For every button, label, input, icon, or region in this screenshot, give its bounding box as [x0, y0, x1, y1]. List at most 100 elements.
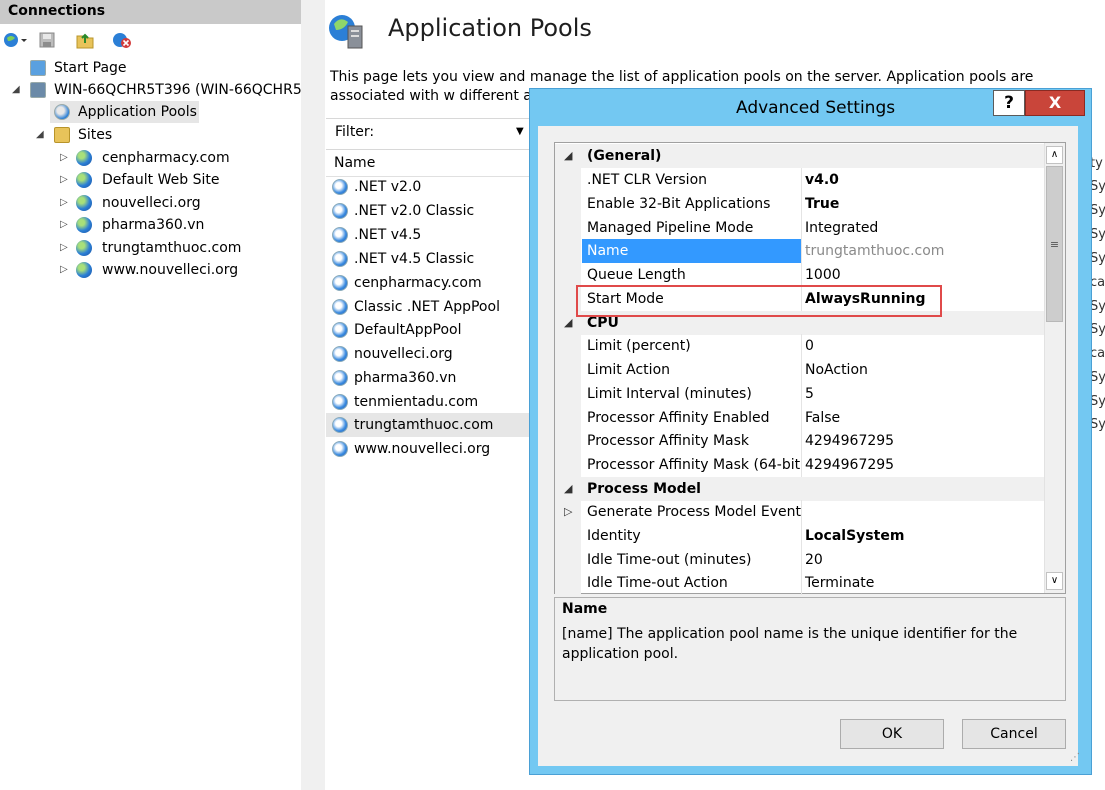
property-label: Managed Pipeline Mode	[587, 220, 754, 236]
expand-icon[interactable]: ▷	[60, 214, 68, 236]
property-row[interactable]: Processor Affinity Mask (64-bit c 4294967…	[555, 453, 1044, 477]
list-item-selected[interactable]: trungtamthuoc.com	[326, 413, 536, 437]
list-item[interactable]: www.nouvelleci.org	[326, 437, 536, 461]
property-row[interactable]: Idle Time-out (minutes) 20	[555, 548, 1044, 572]
collapse-icon[interactable]: ◢	[564, 477, 572, 501]
dialog-title: Advanced Settings	[736, 98, 896, 118]
list-item[interactable]: .NET v2.0	[326, 175, 536, 199]
identity-cell: Sys	[1090, 417, 1105, 432]
resize-grip-icon[interactable]: ⋰	[1070, 752, 1080, 763]
scroll-up-icon[interactable]: ∧	[1046, 146, 1063, 164]
pool-name: .NET v4.5	[354, 227, 422, 243]
property-row[interactable]: Limit Action NoAction	[555, 358, 1044, 382]
property-value[interactable]: 5	[805, 382, 814, 406]
list-item[interactable]: nouvelleci.org	[326, 342, 536, 366]
property-value[interactable]: True	[805, 192, 839, 216]
tree-item-label: cenpharmacy.com	[102, 150, 230, 166]
property-row[interactable]: ▷ Generate Process Model Event L	[555, 500, 1044, 524]
list-item[interactable]: Classic .NET AppPool	[326, 295, 536, 319]
expand-icon[interactable]: ▷	[60, 169, 68, 191]
property-value[interactable]: 4294967295	[805, 453, 894, 477]
property-label: Identity	[587, 528, 641, 544]
tree-item-label: Default Web Site	[102, 172, 220, 188]
tree-item-start-page[interactable]: Start Page	[0, 57, 301, 79]
list-item[interactable]: DefaultAppPool	[326, 318, 536, 342]
app-pool-icon	[332, 322, 348, 338]
category-label: Process Model	[587, 481, 701, 497]
close-button[interactable]: X	[1025, 90, 1085, 116]
property-row[interactable]: Processor Affinity Mask 4294967295	[555, 429, 1044, 453]
property-value[interactable]: NoAction	[805, 358, 868, 382]
column-header-name[interactable]: Name	[334, 155, 375, 171]
property-value[interactable]: 4294967295	[805, 429, 894, 453]
list-item[interactable]: cenpharmacy.com	[326, 271, 536, 295]
tree-item-site[interactable]: ▷ www.nouvelleci.org	[0, 259, 301, 281]
expand-icon[interactable]: ▷	[60, 147, 68, 169]
property-row[interactable]: Queue Length 1000	[555, 263, 1044, 287]
app-pool-icon	[332, 179, 348, 195]
pane-splitter[interactable]	[301, 0, 325, 790]
pool-name: pharma360.vn	[354, 370, 457, 386]
tree-item-site[interactable]: ▷ pharma360.vn	[0, 214, 301, 236]
pool-name: Classic .NET AppPool	[354, 299, 500, 315]
property-value[interactable]: 20	[805, 548, 823, 572]
property-row[interactable]: Processor Affinity Enabled False	[555, 406, 1044, 430]
collapse-icon[interactable]: ◢	[12, 79, 20, 101]
connect-globe-icon[interactable]	[3, 31, 27, 49]
tree-item-label: pharma360.vn	[102, 217, 205, 233]
list-item[interactable]: .NET v2.0 Classic	[326, 199, 536, 223]
property-label: Processor Affinity Mask (64-bit c	[587, 457, 801, 473]
property-row[interactable]: Idle Time-out Action Terminate	[555, 571, 1044, 595]
category-general[interactable]: ◢ (General)	[555, 144, 1044, 168]
start-page-icon	[30, 60, 46, 76]
cancel-button[interactable]: Cancel	[962, 719, 1066, 749]
tree-item-site[interactable]: ▷ cenpharmacy.com	[0, 147, 301, 169]
list-item[interactable]: pharma360.vn	[326, 366, 536, 390]
property-value[interactable]: Integrated	[805, 216, 878, 240]
collapse-icon[interactable]: ◢	[564, 144, 572, 168]
help-button[interactable]: ?	[993, 90, 1025, 116]
property-row[interactable]: .NET CLR Version v4.0	[555, 168, 1044, 192]
property-value[interactable]: 1000	[805, 263, 841, 287]
property-row[interactable]: Limit (percent) 0	[555, 334, 1044, 358]
property-label: Queue Length	[587, 267, 686, 283]
property-value[interactable]: LocalSystem	[805, 524, 904, 548]
category-process-model[interactable]: ◢ Process Model	[555, 477, 1044, 501]
expand-icon[interactable]: ▷	[60, 192, 68, 214]
property-row[interactable]: Enable 32-Bit Applications True	[555, 192, 1044, 216]
scroll-thumb[interactable]: ≡	[1046, 166, 1063, 322]
list-item[interactable]: .NET v4.5 Classic	[326, 247, 536, 271]
property-row[interactable]: Managed Pipeline Mode Integrated	[555, 216, 1044, 240]
list-item[interactable]: tenmientadu.com	[326, 390, 536, 414]
ok-button[interactable]: OK	[840, 719, 944, 749]
identity-cell: Sys	[1090, 251, 1105, 266]
tree-item-sites[interactable]: ◢ Sites	[0, 124, 301, 146]
tree-item-site[interactable]: ▷ trungtamthuoc.com	[0, 237, 301, 259]
save-icon[interactable]	[38, 31, 56, 49]
list-item[interactable]: .NET v4.5	[326, 223, 536, 247]
property-value[interactable]: Terminate	[805, 571, 874, 595]
filter-input[interactable]	[378, 120, 532, 146]
collapse-icon[interactable]: ◢	[36, 124, 44, 146]
tree-item-server[interactable]: ◢ WIN-66QCHR5T396 (WIN-66QCHR5T	[0, 79, 301, 101]
filter-dropdown-icon[interactable]: ▼	[516, 126, 524, 137]
property-label: Idle Time-out (minutes)	[587, 552, 752, 568]
tree-item-site[interactable]: ▷ nouvelleci.org	[0, 192, 301, 214]
up-folder-icon[interactable]	[76, 31, 94, 49]
property-value[interactable]: False	[805, 406, 840, 430]
scroll-down-icon[interactable]: ∨	[1046, 572, 1063, 590]
pool-name: .NET v2.0 Classic	[354, 203, 475, 219]
tree-item-application-pools[interactable]: Application Pools	[50, 101, 199, 123]
expand-icon[interactable]: ▷	[60, 237, 68, 259]
tree-item-site[interactable]: ▷ Default Web Site	[0, 169, 301, 191]
property-value[interactable]: trungtamthuoc.com	[805, 239, 944, 263]
property-value[interactable]: v4.0	[805, 168, 839, 192]
property-row[interactable]: Limit Interval (minutes) 5	[555, 382, 1044, 406]
property-row[interactable]: Identity LocalSystem	[555, 524, 1044, 548]
collapse-icon[interactable]: ◢	[564, 311, 572, 335]
expand-icon[interactable]: ▷	[60, 259, 68, 281]
expand-icon[interactable]: ▷	[564, 500, 572, 524]
property-value[interactable]: 0	[805, 334, 814, 358]
property-row-selected[interactable]: Name trungtamthuoc.com	[555, 239, 1044, 263]
disconnect-icon[interactable]	[112, 31, 131, 49]
